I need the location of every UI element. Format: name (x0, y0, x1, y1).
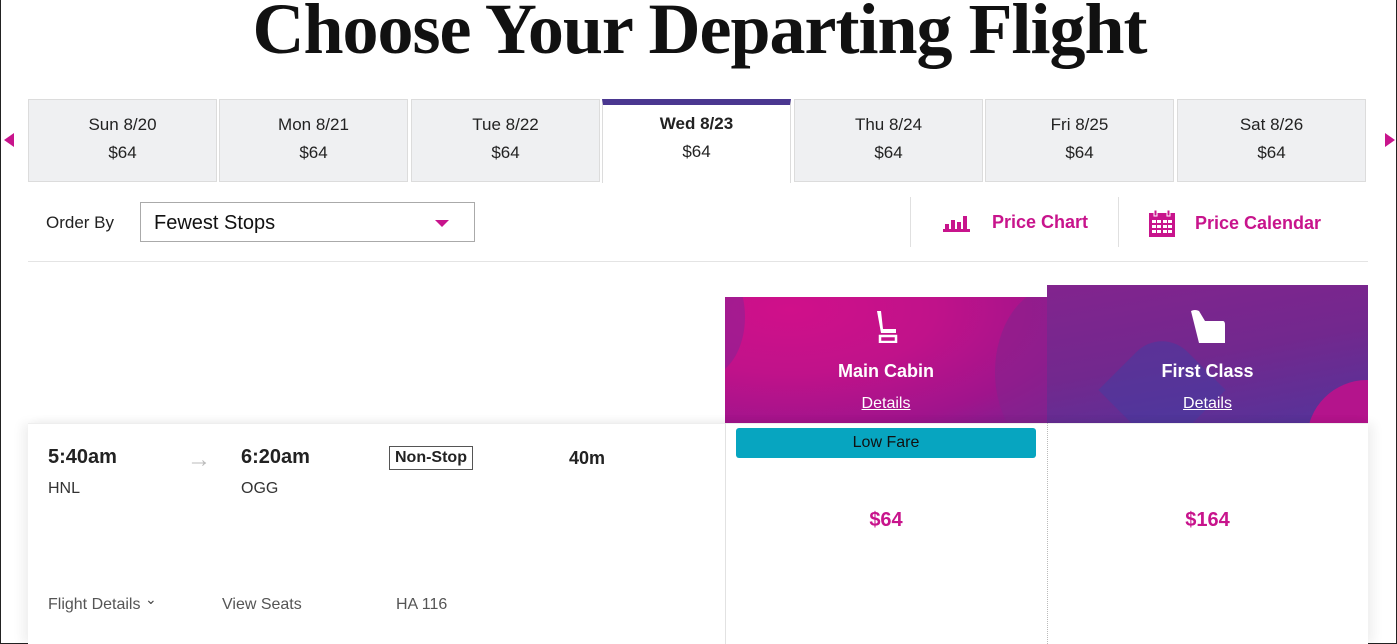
arrive-time: 6:20am (241, 446, 310, 468)
date-tab-fri-8-25[interactable]: Fri 8/25 $64 (985, 99, 1174, 182)
date-tab-price: $64 (1065, 143, 1094, 162)
date-selector: Sun 8/20 $64 Mon 8/21 $64 Tue 8/22 $64 W… (28, 99, 1368, 183)
date-tab-day: Sun 8/20 (88, 115, 157, 134)
low-fare-badge: Low Fare (736, 428, 1036, 458)
date-tab-sun-8-20[interactable]: Sun 8/20 $64 (28, 99, 217, 182)
divider (725, 423, 726, 644)
caret-down-icon (435, 220, 449, 227)
date-tab-price: $64 (682, 142, 711, 161)
date-tab-price: $64 (1257, 143, 1286, 162)
date-tab-day: Fri 8/25 (1050, 115, 1109, 134)
date-tab-sat-8-26[interactable]: Sat 8/26 $64 (1177, 99, 1366, 182)
premium-seat-icon (1190, 310, 1225, 343)
chevron-down-icon: ⌄ (144, 591, 157, 607)
first-class-header: First Class Details (1047, 285, 1368, 423)
price-chart-link[interactable]: Price Chart (943, 212, 1088, 233)
date-tab-day: Sat 8/26 (1239, 115, 1304, 134)
date-tab-wed-8-23[interactable]: Wed 8/23 $64 (602, 99, 791, 183)
date-tab-price: $64 (874, 143, 903, 162)
triangle-left-icon[interactable] (4, 133, 14, 147)
date-tab-day: Mon 8/21 (278, 115, 349, 134)
flight-details-toggle[interactable]: Flight Details ⌄ (48, 591, 157, 614)
bar-chart-icon (943, 215, 970, 232)
main-cabin-title: Main Cabin (837, 361, 934, 381)
seat-icon (877, 311, 898, 343)
flight-duration: 40m (569, 448, 606, 468)
date-tab-day: Tue 8/22 (472, 115, 539, 134)
first-class-price[interactable]: $164 (1047, 509, 1368, 532)
main-cabin-header: Main Cabin Details (725, 297, 1047, 423)
date-tab-tue-8-22[interactable]: Tue 8/22 $64 (411, 99, 600, 182)
order-by-value: Fewest Stops (154, 212, 276, 234)
first-class-title: First Class (1161, 361, 1254, 381)
view-seats-link[interactable]: View Seats (222, 596, 302, 614)
page-title: Choose Your Departing Flight (252, 0, 1147, 69)
price-calendar-label: Price Calendar (1195, 213, 1322, 233)
depart-time: 5:40am (48, 446, 117, 468)
divider (1118, 197, 1119, 247)
main-cabin-details-link[interactable]: Details (725, 395, 1047, 413)
triangle-right-icon[interactable] (1385, 133, 1395, 147)
flight-number: HA 116 (396, 596, 448, 613)
main-cabin-price[interactable]: $64 (725, 509, 1047, 532)
arrow-right-icon: → (187, 446, 211, 473)
date-tab-mon-8-21[interactable]: Mon 8/21 $64 (219, 99, 408, 182)
divider (28, 261, 1368, 262)
date-tab-day: Thu 8/24 (854, 115, 923, 134)
divider (910, 197, 911, 247)
date-tab-thu-8-24[interactable]: Thu 8/24 $64 (794, 99, 983, 182)
calendar-icon (1149, 210, 1175, 237)
price-calendar-link[interactable]: Price Calendar (1149, 210, 1321, 237)
divider (1047, 423, 1048, 644)
order-by-label: Order By (46, 213, 115, 232)
date-tab-price: $64 (491, 143, 520, 162)
depart-airport: HNL (48, 480, 81, 497)
date-tab-price: $64 (299, 143, 328, 162)
flight-details-label: Flight Details (48, 596, 141, 613)
first-class-details-link[interactable]: Details (1047, 395, 1368, 413)
date-tab-day: Wed 8/23 (659, 114, 734, 133)
stops-badge: Non-Stop (389, 446, 473, 470)
price-chart-label: Price Chart (992, 212, 1089, 232)
order-by-select[interactable]: Fewest Stops (140, 202, 475, 242)
date-tab-price: $64 (108, 143, 137, 162)
arrive-airport: OGG (241, 480, 279, 497)
